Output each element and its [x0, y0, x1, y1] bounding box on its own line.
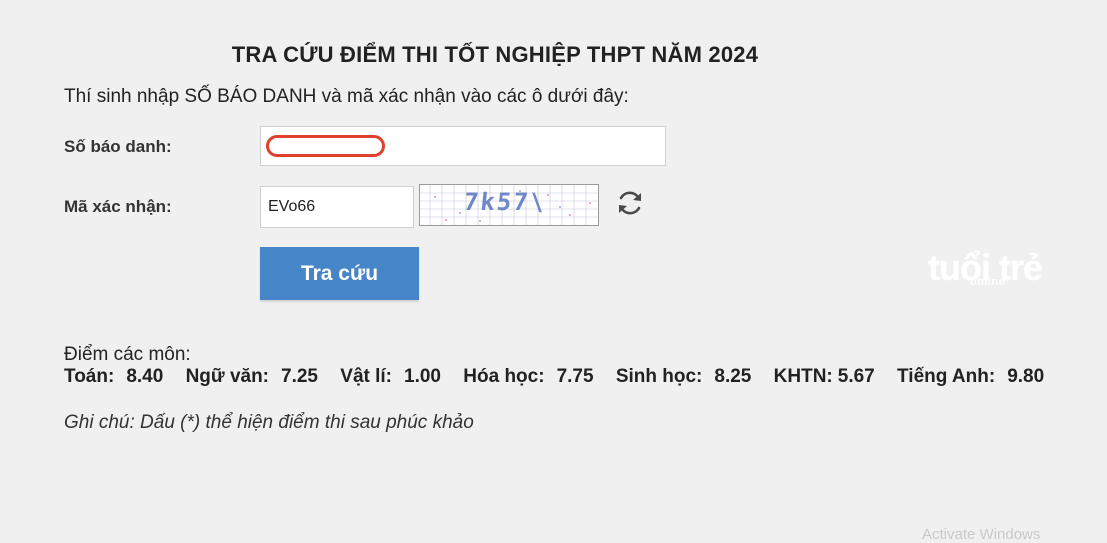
subject-score: 5.67 — [837, 366, 875, 387]
score-item: Tiếng Anh: 9.80 — [897, 366, 1044, 387]
page-title: TRA CỨU ĐIỂM THI TỐT NGHIỆP THPT NĂM 202… — [231, 42, 759, 67]
subject-name: Tiếng Anh: — [897, 366, 996, 387]
subject-score: 1.00 — [404, 366, 441, 387]
subject-name: Sinh học: — [615, 366, 703, 387]
subject-score: 7.75 — [556, 366, 594, 387]
subject-name: KHTN: — [773, 366, 833, 387]
captcha-image: 7k57\ — [419, 184, 599, 226]
subject-name: Vật lí: — [340, 366, 393, 387]
verification-code-input[interactable] — [260, 186, 414, 228]
subject-name: Toán: — [64, 366, 115, 387]
candidate-number-input[interactable] — [260, 126, 666, 166]
score-item: KHTN: 5.67 — [774, 366, 875, 387]
scores-heading: Điểm các môn: — [64, 344, 191, 365]
note-text: Ghi chú: Dấu (*) thể hiện điểm thi sau p… — [64, 412, 474, 433]
subject-name: Hóa học: — [463, 366, 545, 387]
subject-name: Ngữ văn: — [185, 366, 270, 387]
score-item: Sinh học: 8.25 — [616, 366, 752, 387]
score-item: Hóa học: 7.75 — [463, 366, 593, 387]
subject-score: 8.25 — [714, 366, 752, 387]
subject-score: 9.80 — [1007, 366, 1045, 387]
score-item: Toán: 8.40 — [64, 366, 163, 387]
candidate-number-label: Số báo danh: — [64, 137, 172, 156]
score-item: Vật lí: 1.00 — [340, 366, 441, 387]
redaction-mark — [266, 135, 385, 157]
subject-score: 7.25 — [281, 366, 318, 387]
windows-activation-watermark: Activate Windows — [922, 526, 1041, 543]
logo-subtext: online — [970, 276, 1006, 288]
tuoitre-logo: tuổi trẻ online — [928, 248, 1050, 294]
score-item: Ngữ văn: 7.25 — [186, 366, 318, 387]
scores-row: Toán: 8.40 Ngữ văn: 7.25 Vật lí: 1.00 Hóa h… — [64, 366, 1044, 388]
refresh-icon[interactable] — [614, 187, 646, 219]
instruction-text: Thí sinh nhập SỐ BÁO DANH và mã xác nhận… — [64, 86, 629, 107]
lookup-button[interactable]: Tra cứu — [260, 247, 419, 300]
score-lookup-page: TRA CỨU ĐIỂM THI TỐT NGHIỆP THPT NĂM 202… — [0, 0, 1107, 543]
verification-code-label: Mã xác nhận: — [64, 197, 172, 216]
captcha-text: 7k57\ — [462, 188, 548, 216]
refresh-icon-graphic — [619, 191, 641, 215]
subject-score: 8.40 — [126, 366, 164, 387]
